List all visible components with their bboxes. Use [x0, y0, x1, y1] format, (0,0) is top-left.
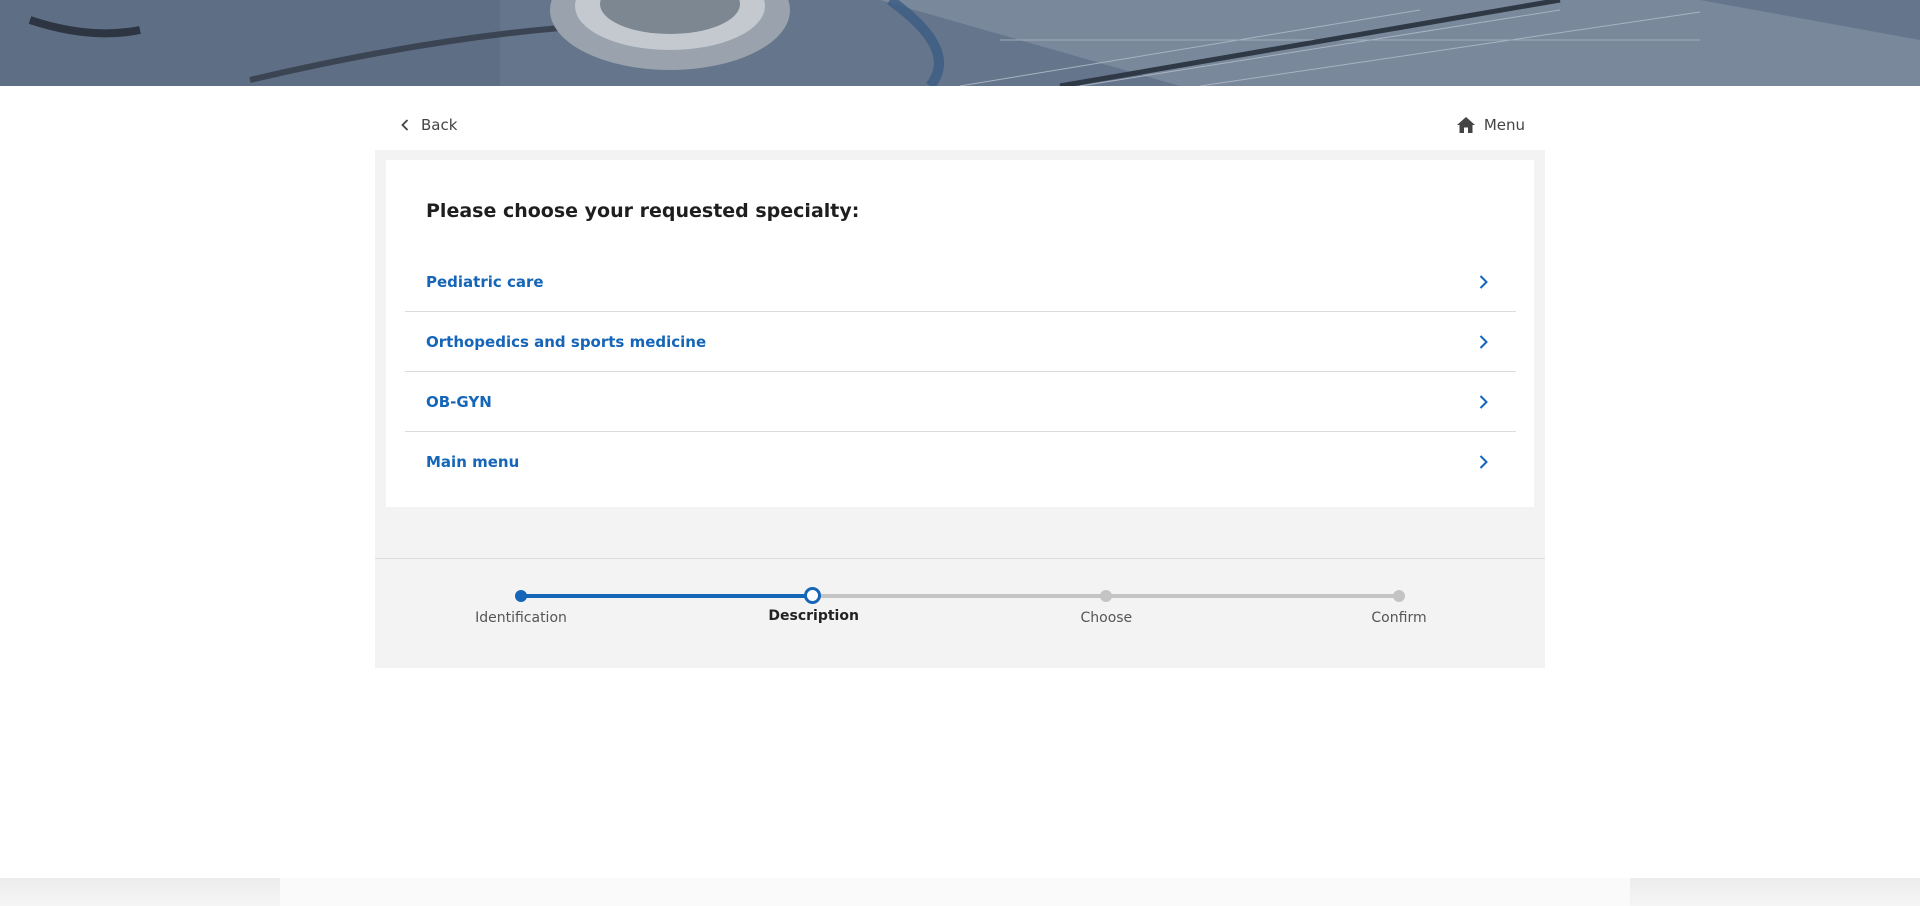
step-dot	[1100, 590, 1113, 602]
option-ob-gyn[interactable]: OB-GYN	[405, 372, 1516, 432]
back-button[interactable]: Back	[401, 116, 457, 134]
back-label: Back	[421, 116, 458, 134]
chevron-right-icon	[1479, 274, 1488, 289]
stepper-track	[521, 594, 1399, 598]
chevron-right-icon	[1479, 394, 1488, 409]
progress-stepper: Identification Description Choose Confir…	[375, 559, 1545, 668]
top-navigation: Back Menu	[375, 108, 1545, 144]
menu-button[interactable]: Menu	[1456, 116, 1525, 134]
chevron-right-icon	[1479, 454, 1488, 469]
chevron-right-icon	[1479, 334, 1488, 349]
step-dot	[515, 590, 527, 602]
step-label: Confirm	[1371, 610, 1427, 626]
stepper-track-fill	[521, 594, 814, 598]
menu-label: Menu	[1483, 116, 1525, 134]
main-panel: Please choose your requested specialty: …	[375, 150, 1545, 668]
option-label: Main menu	[426, 452, 520, 471]
option-pediatric-care[interactable]: Pediatric care	[405, 252, 1516, 312]
option-label: Orthopedics and sports medicine	[426, 332, 707, 351]
specialty-list: Pediatric care Orthopedics and sports me…	[405, 252, 1516, 491]
option-main-menu[interactable]: Main menu	[405, 432, 1516, 491]
header-banner-image	[0, 0, 1920, 86]
footer-inner	[280, 878, 1630, 906]
step-label: Choose	[1080, 610, 1133, 626]
page-footer	[0, 878, 1920, 906]
option-label: OB-GYN	[426, 392, 492, 411]
step-dot	[803, 587, 821, 604]
stethoscope-banner-graphic	[0, 0, 1920, 86]
page-title: Please choose your requested specialty:	[426, 200, 860, 222]
specialty-card: Please choose your requested specialty: …	[386, 160, 1534, 507]
step-dot	[1393, 590, 1405, 602]
step-label: Description	[768, 608, 859, 624]
step-label: Identification	[475, 610, 567, 626]
option-orthopedics[interactable]: Orthopedics and sports medicine	[405, 312, 1516, 372]
option-label: Pediatric care	[426, 272, 544, 291]
chevron-left-icon	[401, 119, 409, 131]
home-icon	[1456, 116, 1476, 134]
